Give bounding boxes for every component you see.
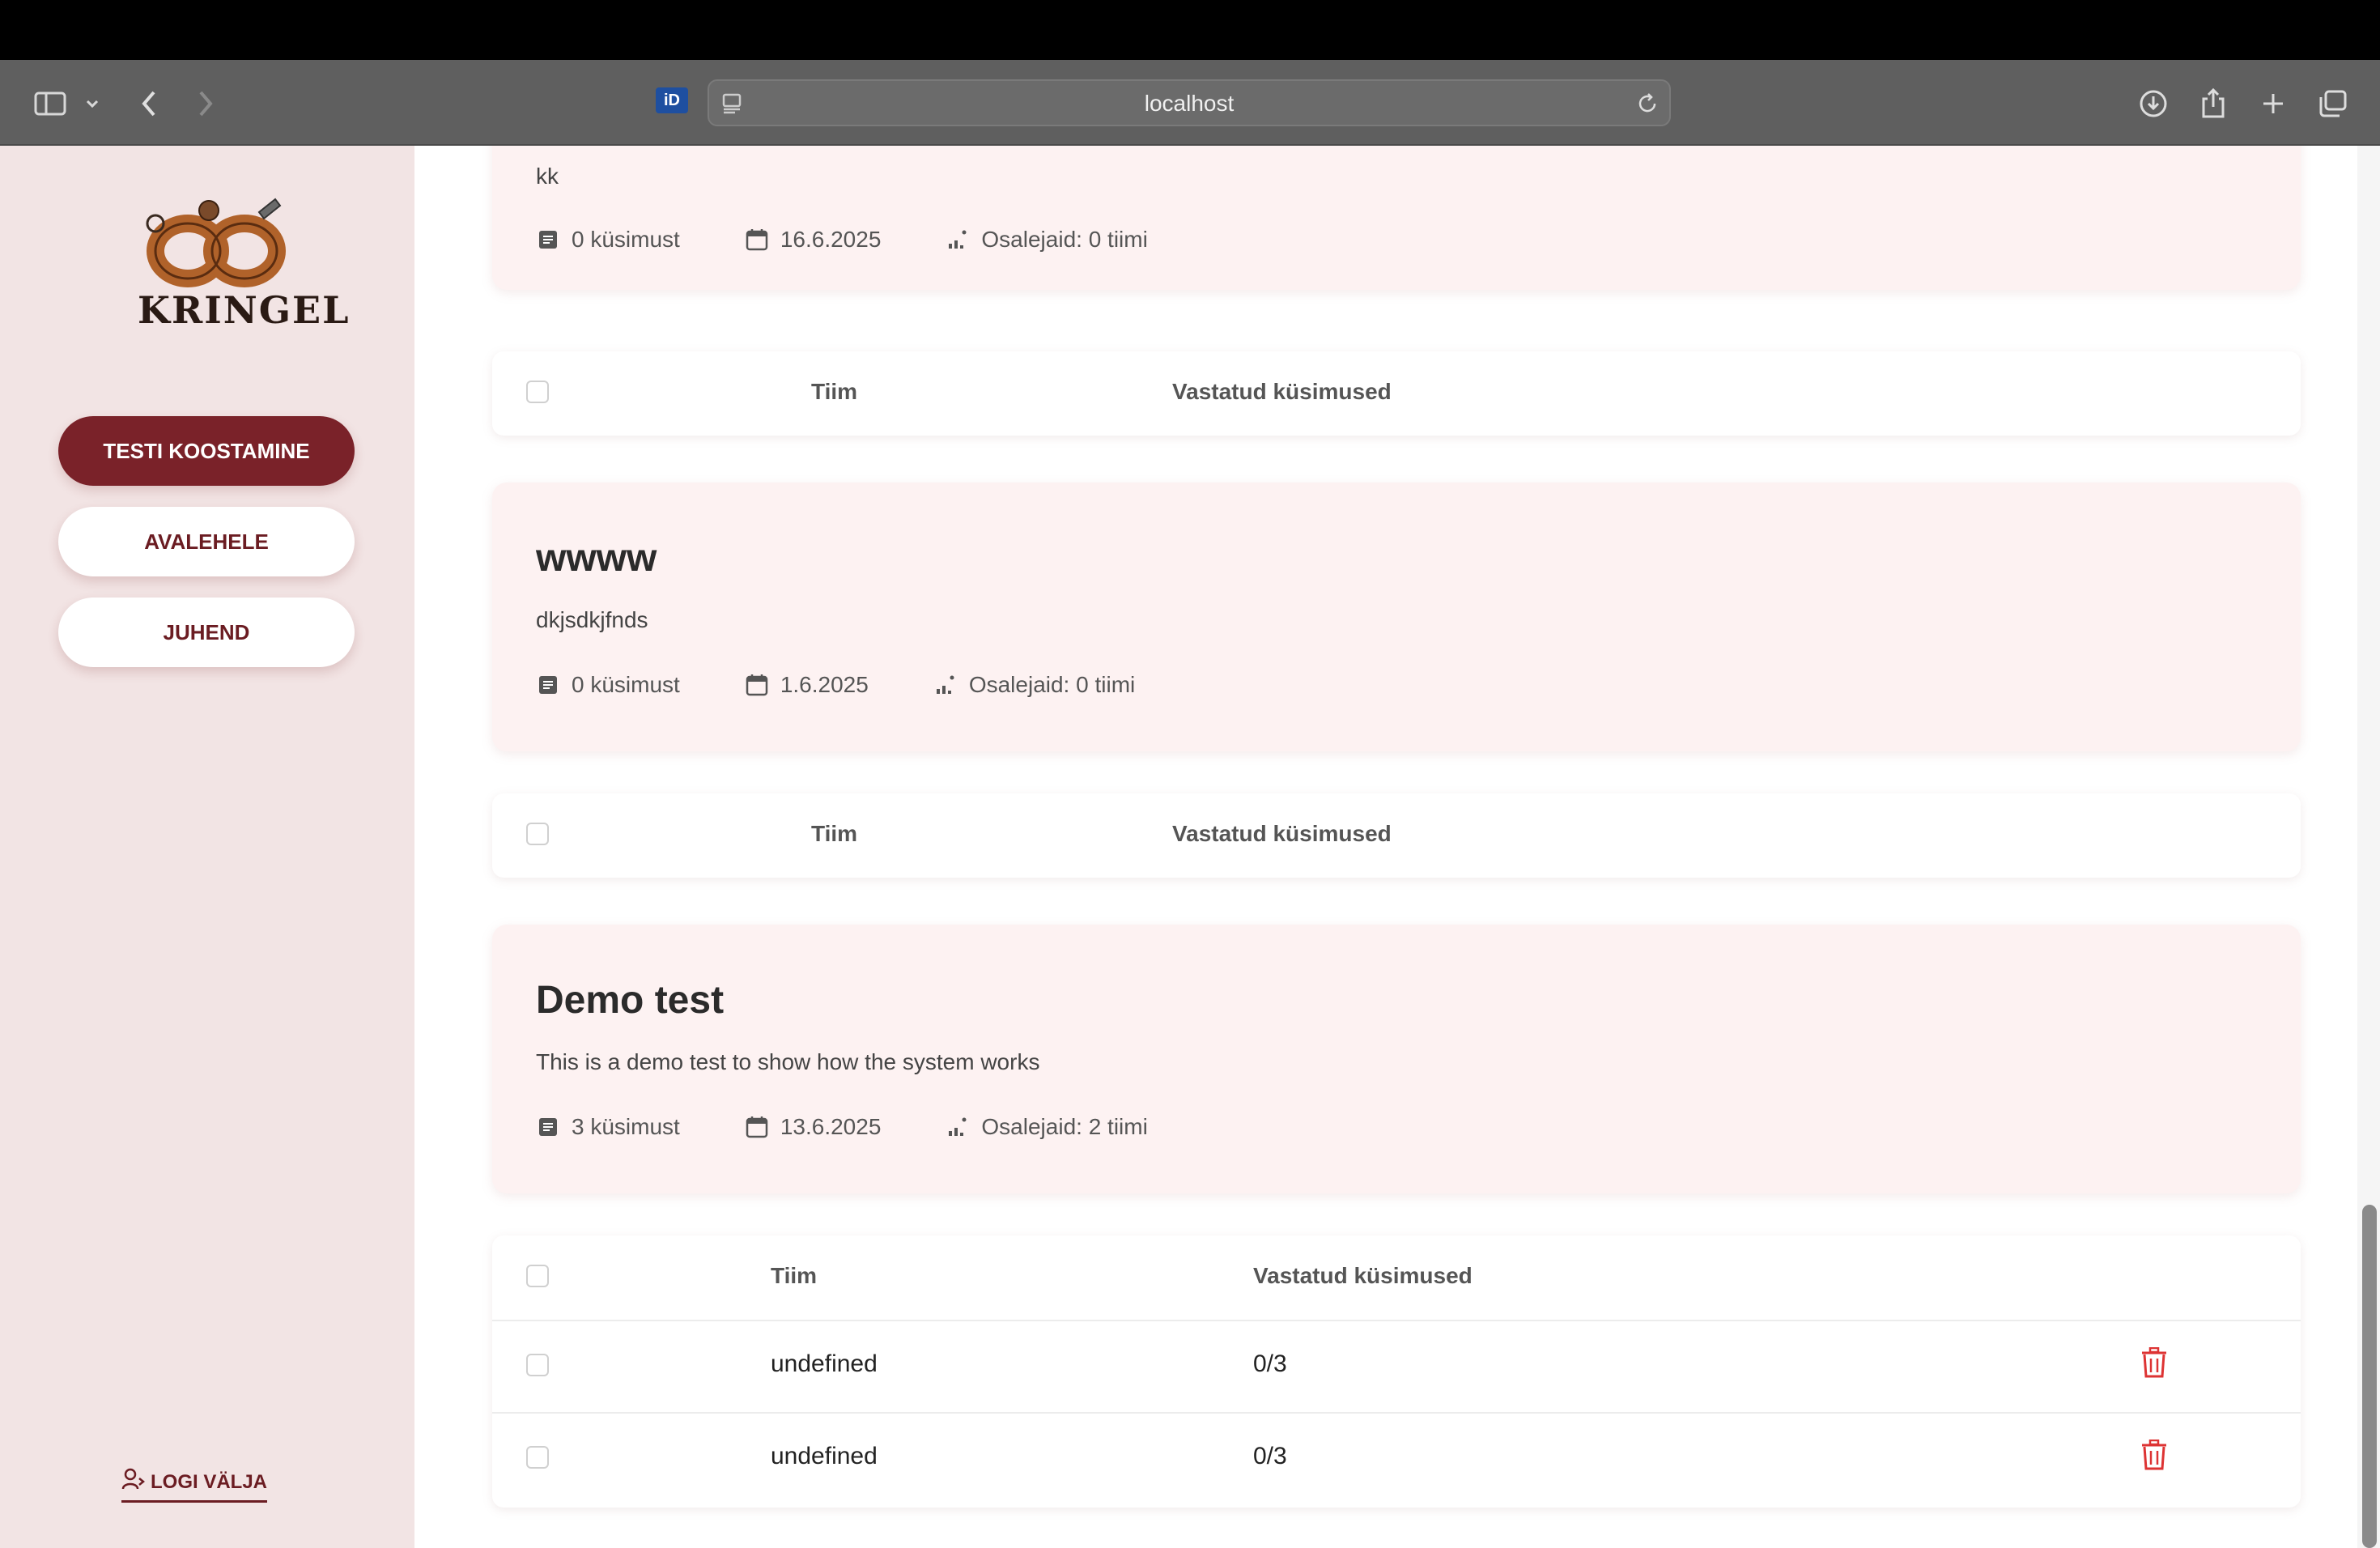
test-meta: 0 küsimust 16.6.2025 Osalejaid: 0 tiimi [536,227,1213,253]
calendar-icon [745,228,769,252]
pretzel-icon [146,198,286,287]
participant-count: Osalejaid: 2 tiimi [981,1114,1148,1139]
participant-count: Osalejaid: 0 tiimi [968,672,1136,697]
column-header-team: Tiim [811,821,858,846]
test-description: This is a demo test to show how the syst… [536,1049,1040,1074]
tab-overview-icon[interactable] [2314,84,2352,123]
scrollbar[interactable] [2357,146,2380,1548]
sidebar: KRINGEL TESTI KOOSTAMINE AVALEHELE JUHEN… [0,146,414,1548]
team-name: undefined [771,1350,878,1377]
id-extension-icon[interactable]: iD [656,87,688,113]
question-count: 0 küsimust [572,672,680,697]
logout-label: LOGI VÄLJA [151,1470,268,1493]
test-title: wwww [536,537,657,580]
participant-count: Osalejaid: 0 tiimi [981,227,1148,252]
results-table: Tiim Vastatud küsimused [492,793,2301,878]
nav-juhend-button[interactable]: JUHEND [58,598,355,667]
select-all-checkbox[interactable] [526,823,549,845]
row-checkbox[interactable] [526,1354,549,1376]
test-description: dkjsdkjfnds [536,607,648,632]
select-all-checkbox[interactable] [526,381,549,403]
answered-count: 0/3 [1253,1350,1287,1377]
logo-text: KRINGEL [138,288,351,332]
column-header-team: Tiim [811,379,858,404]
forward-icon[interactable] [186,84,225,123]
chevron-down-icon[interactable] [76,84,108,123]
select-all-checkbox[interactable] [526,1265,549,1287]
results-table: Tiim Vastatud küsimused [492,351,2301,436]
test-card[interactable]: Demo test This is a demo test to show ho… [492,925,2301,1193]
results-table: Tiim Vastatud küsimused undefined 0/3 un… [492,1235,2301,1508]
test-meta: 0 küsimust 1.6.2025 Osalejaid: 0 tiimi [536,672,1200,698]
question-count: 0 küsimust [572,227,680,252]
browser-toolbar: iD localhost [0,60,2380,146]
scrollbar-thumb[interactable] [2362,1205,2377,1548]
user-logout-icon [121,1467,146,1497]
test-date: 13.6.2025 [780,1114,882,1139]
team-name: undefined [771,1443,878,1469]
test-date: 1.6.2025 [780,672,869,697]
test-card[interactable]: wwww dkjsdkjfnds 0 küsimust 1.6.2025 Osa… [492,483,2301,751]
logout-button[interactable]: LOGI VÄLJA [121,1467,268,1503]
nav-avalehele-button[interactable]: AVALEHELE [58,507,355,576]
chart-icon [946,228,970,252]
main-content: kk 0 küsimust 16.6.2025 Osalejaid: 0 tii… [414,146,2357,1548]
question-count: 3 küsimust [572,1114,680,1139]
column-header-answered: Vastatud küsimused [1172,379,1392,404]
column-header-answered: Vastatud küsimused [1253,1263,1473,1288]
url-text: localhost [1144,91,1235,116]
chart-icon [933,673,958,697]
column-header-team: Tiim [771,1263,818,1288]
test-date: 16.6.2025 [780,227,882,252]
row-checkbox[interactable] [526,1446,549,1469]
test-title: Demo test [536,979,725,1022]
back-icon[interactable] [130,84,168,123]
calendar-icon [745,1115,769,1139]
row-divider [492,1320,2301,1321]
answered-count: 0/3 [1253,1443,1287,1469]
row-divider [492,1412,2301,1414]
address-bar[interactable]: localhost [708,79,1671,126]
test-meta: 3 küsimust 13.6.2025 Osalejaid: 2 tiimi [536,1114,1213,1140]
new-tab-icon[interactable] [2254,84,2293,123]
nav-testi-koostamine-button[interactable]: TESTI KOOSTAMINE [58,416,355,486]
calendar-icon [745,673,769,697]
document-icon [536,1115,560,1139]
document-icon [536,228,560,252]
chart-icon [946,1115,970,1139]
column-header-answered: Vastatud küsimused [1172,821,1392,846]
reload-icon[interactable] [1635,91,1660,119]
share-icon[interactable] [2194,84,2233,123]
kringel-logo: KRINGEL [130,194,348,340]
document-icon [536,673,560,697]
sidebar-toggle-icon[interactable] [31,84,70,123]
test-description: kk [536,164,559,189]
downloads-icon[interactable] [2134,84,2173,123]
trash-icon[interactable] [2140,1346,2170,1380]
test-card[interactable]: kk 0 küsimust 16.6.2025 Osalejaid: 0 tii… [492,146,2301,290]
page-viewport: KRINGEL TESTI KOOSTAMINE AVALEHELE JUHEN… [0,146,2380,1548]
trash-icon[interactable] [2140,1439,2170,1472]
menu-bar-area [0,0,2380,60]
